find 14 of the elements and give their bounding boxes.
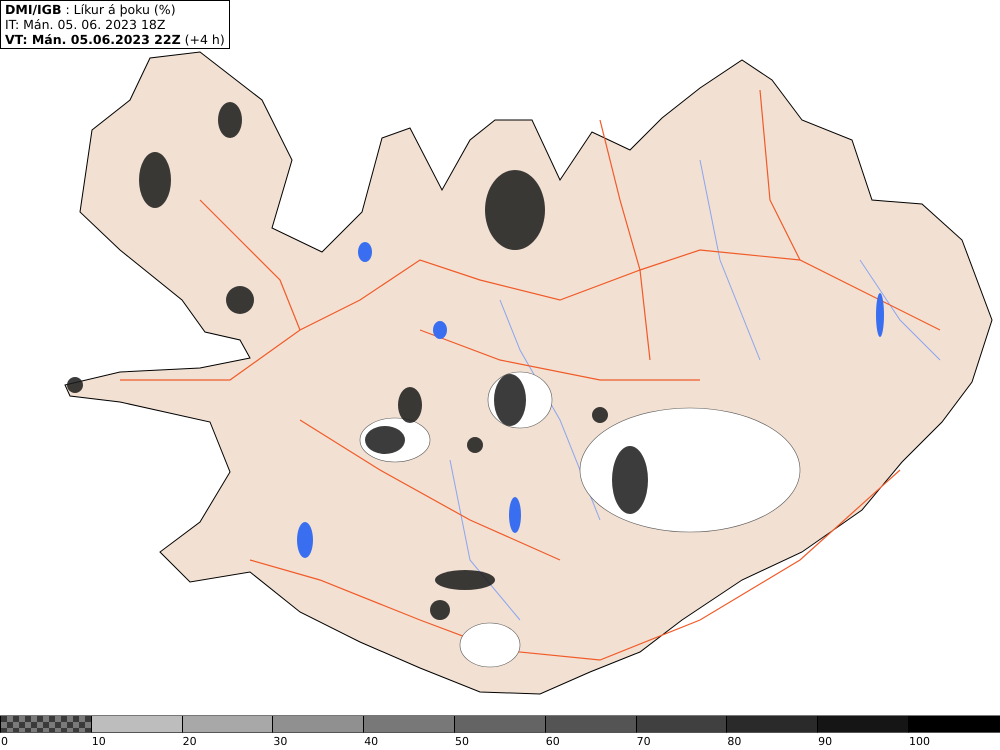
legend-label: 10 — [90, 734, 107, 750]
legend-label: 20 — [182, 734, 198, 750]
legend-label: 0 — [0, 734, 9, 750]
title-line: IT: Mán. 05. 06. 2023 18Z — [5, 17, 166, 32]
legend-label: 90 — [817, 734, 834, 750]
legend-label: 50 — [454, 734, 470, 750]
legend-label: 40 — [363, 734, 380, 750]
title-line: VT: Mán. 05.06.2023 22Z (+4 h) — [5, 32, 225, 47]
legend-label: 60 — [544, 734, 561, 750]
legend-label: 30 — [272, 734, 288, 750]
legend-label: 70 — [636, 734, 652, 750]
legend-label: 100 — [908, 734, 931, 750]
title-line: DMI/IGB : Líkur á þoku (%) — [5, 2, 177, 17]
legend-label: 80 — [726, 734, 742, 750]
